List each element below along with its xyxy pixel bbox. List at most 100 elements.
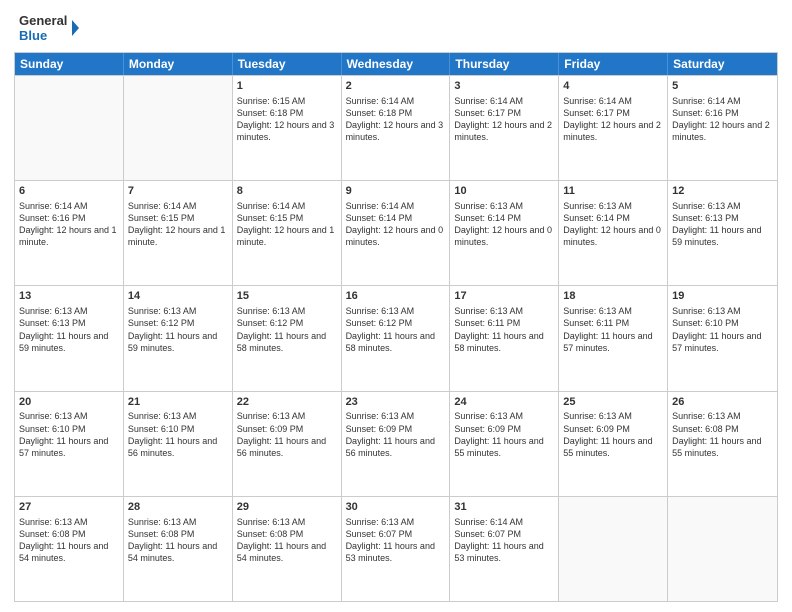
day-info-text: Sunrise: 6:13 AM — [563, 305, 663, 317]
header-day-monday: Monday — [124, 53, 233, 75]
calendar-day-16: 16Sunrise: 6:13 AMSunset: 6:12 PMDayligh… — [342, 286, 451, 390]
day-info-text: Sunset: 6:12 PM — [237, 317, 337, 329]
day-info-text: Sunset: 6:15 PM — [128, 212, 228, 224]
svg-text:Blue: Blue — [19, 28, 47, 43]
day-number: 16 — [346, 289, 446, 304]
day-info-text: Daylight: 12 hours and 3 minutes. — [346, 119, 446, 143]
day-info-text: Sunrise: 6:13 AM — [19, 305, 119, 317]
calendar-day-27: 27Sunrise: 6:13 AMSunset: 6:08 PMDayligh… — [15, 497, 124, 601]
calendar-week-4: 20Sunrise: 6:13 AMSunset: 6:10 PMDayligh… — [15, 391, 777, 496]
calendar-day-28: 28Sunrise: 6:13 AMSunset: 6:08 PMDayligh… — [124, 497, 233, 601]
day-info-text: Sunrise: 6:13 AM — [128, 305, 228, 317]
day-info-text: Sunrise: 6:13 AM — [128, 410, 228, 422]
day-info-text: Daylight: 12 hours and 2 minutes. — [563, 119, 663, 143]
day-number: 14 — [128, 289, 228, 304]
calendar-day-14: 14Sunrise: 6:13 AMSunset: 6:12 PMDayligh… — [124, 286, 233, 390]
day-info-text: Daylight: 12 hours and 0 minutes. — [563, 224, 663, 248]
day-info-text: Sunset: 6:17 PM — [563, 107, 663, 119]
day-info-text: Daylight: 11 hours and 58 minutes. — [346, 330, 446, 354]
empty-cell — [559, 497, 668, 601]
day-info-text: Daylight: 11 hours and 56 minutes. — [128, 435, 228, 459]
day-info-text: Daylight: 12 hours and 1 minute. — [237, 224, 337, 248]
day-number: 12 — [672, 184, 773, 199]
day-info-text: Daylight: 11 hours and 54 minutes. — [128, 540, 228, 564]
calendar-day-13: 13Sunrise: 6:13 AMSunset: 6:13 PMDayligh… — [15, 286, 124, 390]
day-number: 23 — [346, 395, 446, 410]
day-info-text: Daylight: 11 hours and 53 minutes. — [346, 540, 446, 564]
day-info-text: Daylight: 11 hours and 54 minutes. — [19, 540, 119, 564]
day-info-text: Sunrise: 6:13 AM — [672, 410, 773, 422]
day-info-text: Sunrise: 6:14 AM — [128, 200, 228, 212]
calendar-body: 1Sunrise: 6:15 AMSunset: 6:18 PMDaylight… — [15, 75, 777, 601]
day-number: 10 — [454, 184, 554, 199]
day-info-text: Sunset: 6:08 PM — [19, 528, 119, 540]
day-info-text: Daylight: 12 hours and 3 minutes. — [237, 119, 337, 143]
day-number: 6 — [19, 184, 119, 199]
day-info-text: Sunset: 6:11 PM — [563, 317, 663, 329]
day-info-text: Sunset: 6:10 PM — [19, 423, 119, 435]
calendar-day-23: 23Sunrise: 6:13 AMSunset: 6:09 PMDayligh… — [342, 392, 451, 496]
day-info-text: Sunrise: 6:13 AM — [672, 305, 773, 317]
logo: General Blue — [14, 10, 84, 46]
day-info-text: Daylight: 11 hours and 57 minutes. — [672, 330, 773, 354]
calendar-week-5: 27Sunrise: 6:13 AMSunset: 6:08 PMDayligh… — [15, 496, 777, 601]
day-info-text: Daylight: 11 hours and 55 minutes. — [672, 435, 773, 459]
day-info-text: Daylight: 11 hours and 58 minutes. — [237, 330, 337, 354]
day-number: 26 — [672, 395, 773, 410]
day-number: 1 — [237, 79, 337, 94]
day-number: 5 — [672, 79, 773, 94]
day-number: 22 — [237, 395, 337, 410]
calendar-day-21: 21Sunrise: 6:13 AMSunset: 6:10 PMDayligh… — [124, 392, 233, 496]
calendar-day-31: 31Sunrise: 6:14 AMSunset: 6:07 PMDayligh… — [450, 497, 559, 601]
day-info-text: Sunrise: 6:13 AM — [563, 410, 663, 422]
day-info-text: Sunset: 6:15 PM — [237, 212, 337, 224]
day-number: 19 — [672, 289, 773, 304]
day-info-text: Sunrise: 6:13 AM — [237, 305, 337, 317]
day-info-text: Daylight: 12 hours and 0 minutes. — [454, 224, 554, 248]
day-info-text: Daylight: 12 hours and 1 minute. — [128, 224, 228, 248]
day-number: 29 — [237, 500, 337, 515]
day-info-text: Daylight: 11 hours and 58 minutes. — [454, 330, 554, 354]
calendar-week-2: 6 Sunrise: 6:14 AM Sunset: 6:16 PM Daylight… — [15, 180, 777, 285]
day-info-text: Sunrise: 6:13 AM — [128, 516, 228, 528]
day-info-text: Daylight: 11 hours and 57 minutes. — [563, 330, 663, 354]
day-info-text: Daylight: 11 hours and 55 minutes. — [454, 435, 554, 459]
day-info-text: Sunrise: 6:14 AM — [237, 200, 337, 212]
day-number: 18 — [563, 289, 663, 304]
day-info-text: Sunset: 6:08 PM — [128, 528, 228, 540]
day-info-text: Daylight: 11 hours and 53 minutes. — [454, 540, 554, 564]
day-info-text: Sunrise: 6:13 AM — [237, 516, 337, 528]
day-number: 31 — [454, 500, 554, 515]
logo-svg: General Blue — [14, 10, 84, 46]
day-info-text: Sunrise: 6:13 AM — [563, 200, 663, 212]
day-info-text: Sunset: 6:13 PM — [19, 317, 119, 329]
calendar-day-18: 18Sunrise: 6:13 AMSunset: 6:11 PMDayligh… — [559, 286, 668, 390]
calendar-day-10: 10Sunrise: 6:13 AMSunset: 6:14 PMDayligh… — [450, 181, 559, 285]
day-info-text: Sunset: 6:16 PM — [672, 107, 773, 119]
day-info-text: Sunrise: 6:13 AM — [672, 200, 773, 212]
day-number: 24 — [454, 395, 554, 410]
day-info-text: Sunrise: 6:14 AM — [454, 516, 554, 528]
day-info-text: Sunrise: 6:13 AM — [346, 305, 446, 317]
day-info-text: Sunrise: 6:15 AM — [237, 95, 337, 107]
day-number: 9 — [346, 184, 446, 199]
day-info-text: Sunrise: 6:13 AM — [454, 410, 554, 422]
day-info-text: Daylight: 11 hours and 55 minutes. — [563, 435, 663, 459]
svg-text:General: General — [19, 13, 67, 28]
calendar-week-1: 1Sunrise: 6:15 AMSunset: 6:18 PMDaylight… — [15, 75, 777, 180]
day-info-text: Sunrise: 6:14 AM — [454, 95, 554, 107]
day-number: 15 — [237, 289, 337, 304]
day-info-text: Sunset: 6:07 PM — [346, 528, 446, 540]
day-info-text: Sunrise: 6:13 AM — [346, 516, 446, 528]
day-number: 13 — [19, 289, 119, 304]
calendar-day-9: 9Sunrise: 6:14 AMSunset: 6:14 PMDaylight… — [342, 181, 451, 285]
header-day-wednesday: Wednesday — [342, 53, 451, 75]
day-number: 7 — [128, 184, 228, 199]
day-info-text: Daylight: 11 hours and 59 minutes. — [672, 224, 773, 248]
day-info-text: Sunrise: 6:13 AM — [346, 410, 446, 422]
day-number: 28 — [128, 500, 228, 515]
calendar-day-11: 11Sunrise: 6:13 AMSunset: 6:14 PMDayligh… — [559, 181, 668, 285]
day-info-text: Sunset: 6:16 PM — [19, 212, 119, 224]
calendar-day-1: 1Sunrise: 6:15 AMSunset: 6:18 PMDaylight… — [233, 76, 342, 180]
day-info-text: Sunset: 6:13 PM — [672, 212, 773, 224]
